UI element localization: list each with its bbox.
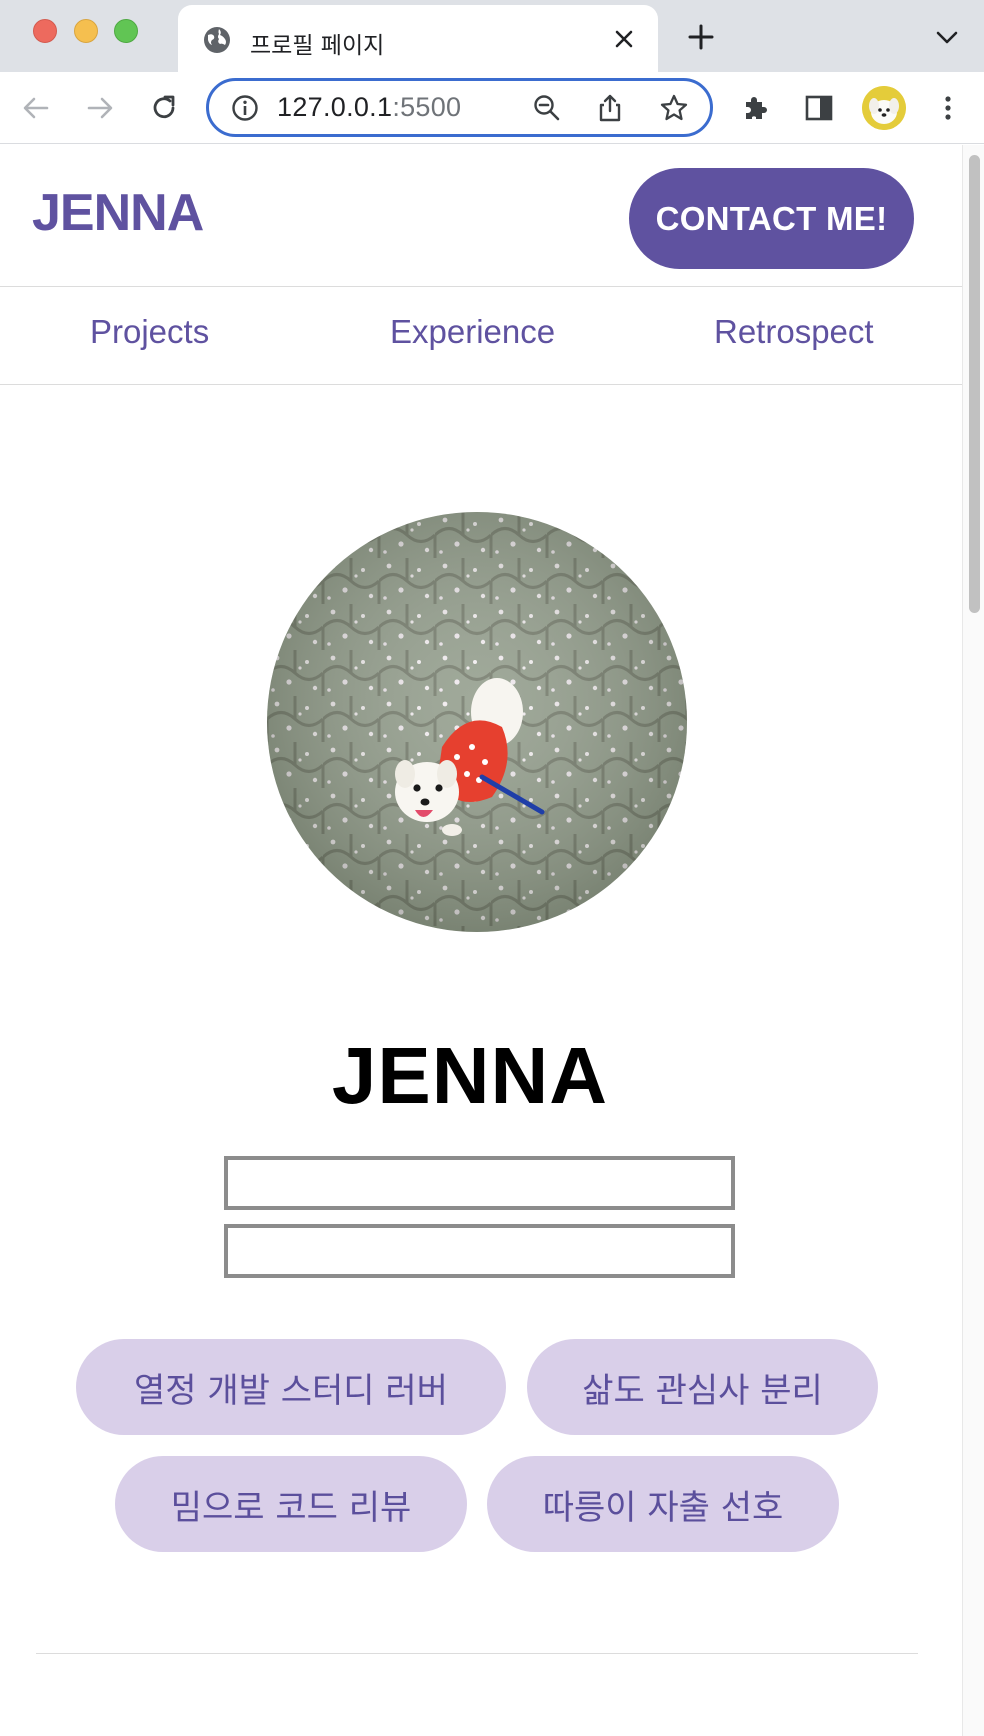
url-host: 127.0.0.1 <box>277 92 393 122</box>
nav-link-retrospect[interactable]: Retrospect <box>714 313 874 351</box>
chevron-down-icon[interactable] <box>934 26 960 48</box>
page-scrollbar[interactable] <box>962 145 984 1736</box>
plus-icon[interactable] <box>686 22 716 52</box>
nav-link-projects[interactable]: Projects <box>90 313 209 351</box>
tab-strip: 프로필 페이지 <box>0 0 984 72</box>
extensions-icon[interactable] <box>740 92 772 124</box>
back-arrow-icon[interactable] <box>20 92 52 124</box>
dog-photo-image <box>267 512 687 932</box>
address-bar[interactable]: 127.0.0.1:5500 <box>206 78 713 137</box>
section-divider <box>36 1653 918 1654</box>
zoom-out-icon[interactable] <box>532 93 562 123</box>
text-box-2 <box>224 1224 735 1278</box>
reload-icon[interactable] <box>148 92 180 124</box>
side-panel-icon[interactable] <box>803 92 835 124</box>
forward-arrow-icon[interactable] <box>84 92 116 124</box>
share-icon[interactable] <box>595 93 625 123</box>
url-port: :5500 <box>392 92 462 122</box>
page-viewport: JENNA CONTACT ME! Projects Experience Re… <box>0 145 962 1736</box>
maximize-window-button[interactable] <box>114 19 138 43</box>
site-header: JENNA CONTACT ME! <box>0 145 962 287</box>
profile-photo <box>267 512 687 932</box>
scroll-thumb[interactable] <box>969 155 980 613</box>
url-text: 127.0.0.1:5500 <box>277 92 461 123</box>
tag-chip: 따릉이 자출 선호 <box>487 1456 839 1552</box>
globe-icon <box>204 27 230 53</box>
minimize-window-button[interactable] <box>74 19 98 43</box>
site-nav: Projects Experience Retrospect <box>0 288 962 385</box>
more-vert-icon[interactable] <box>932 92 964 124</box>
dog-avatar-icon <box>862 86 906 130</box>
tag-chip: 열정 개발 스터디 러버 <box>76 1339 506 1435</box>
tag-chip: 밈으로 코드 리뷰 <box>115 1456 467 1552</box>
star-icon[interactable] <box>659 93 689 123</box>
site-logo[interactable]: JENNA <box>32 183 204 243</box>
nav-link-experience[interactable]: Experience <box>390 313 555 351</box>
info-icon[interactable] <box>231 94 259 122</box>
tab-title: 프로필 페이지 <box>250 33 385 59</box>
close-icon[interactable] <box>610 25 638 53</box>
tag-chip: 삶도 관심사 분리 <box>527 1339 878 1435</box>
browser-tab[interactable]: 프로필 페이지 <box>178 5 658 72</box>
contact-me-button[interactable]: CONTACT ME! <box>629 168 914 269</box>
profile-name: JENNA <box>331 1031 609 1120</box>
close-window-button[interactable] <box>33 19 57 43</box>
text-box-1 <box>224 1156 735 1210</box>
profile-avatar[interactable] <box>862 86 906 130</box>
